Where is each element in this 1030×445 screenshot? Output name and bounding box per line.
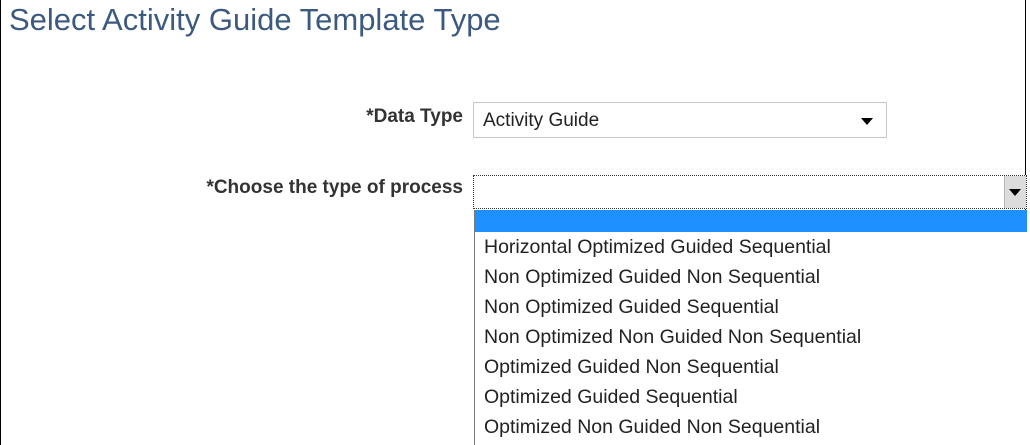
dropdown-option[interactable]: Non Optimized Non Guided Non Sequential [475, 322, 1027, 352]
dropdown-option[interactable]: Optimized Guided Sequential [475, 382, 1027, 412]
dropdown-option[interactable]: Non Optimized Guided Non Sequential [475, 262, 1027, 292]
dropdown-option[interactable]: Optimized Guided Non Sequential [475, 352, 1027, 382]
data-type-select[interactable]: Activity Guide [473, 102, 887, 138]
data-type-label: *Data Type [366, 106, 463, 127]
process-type-label: *Choose the type of process [206, 177, 463, 198]
dropdown-option[interactable]: Non Optimized Guided Sequential [475, 292, 1027, 322]
chevron-down-icon [861, 118, 873, 125]
page-title: Select Activity Guide Template Type [9, 2, 501, 37]
dropdown-option-blank[interactable] [475, 210, 1027, 232]
dropdown-button[interactable] [1004, 176, 1026, 208]
dropdown-option[interactable]: Optimized Non Guided Non Sequential [475, 412, 1027, 442]
data-type-value: Activity Guide [483, 110, 600, 131]
page-frame: Select Activity Guide Template Type *Dat… [0, 0, 1027, 445]
chevron-down-icon [1009, 189, 1021, 196]
process-type-select[interactable] [473, 175, 1027, 209]
dropdown-option[interactable]: Horizontal Optimized Guided Sequential [475, 232, 1027, 262]
process-type-dropdown-list[interactable]: Horizontal Optimized Guided Sequential N… [474, 210, 1027, 445]
